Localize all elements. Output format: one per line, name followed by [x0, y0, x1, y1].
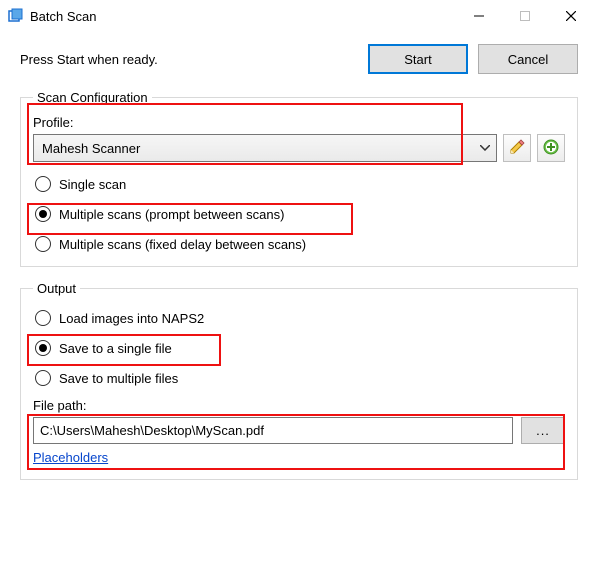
- add-icon: [543, 139, 559, 158]
- start-button[interactable]: Start: [368, 44, 468, 74]
- radio-load-naps2[interactable]: Load images into NAPS2: [35, 310, 565, 326]
- radio-label: Save to a single file: [59, 341, 172, 356]
- filepath-label: File path:: [33, 398, 565, 413]
- instruction-text: Press Start when ready.: [20, 52, 358, 67]
- radio-label: Multiple scans (prompt between scans): [59, 207, 284, 222]
- filepath-value: C:\Users\Mahesh\Desktop\MyScan.pdf: [40, 423, 264, 438]
- radio-label: Load images into NAPS2: [59, 311, 204, 326]
- radio-save-multiple[interactable]: Save to multiple files: [35, 370, 565, 386]
- placeholders-link[interactable]: Placeholders: [33, 450, 108, 465]
- profile-dropdown[interactable]: Mahesh Scanner: [33, 134, 497, 162]
- window-title: Batch Scan: [30, 9, 97, 24]
- radio-icon: [35, 176, 51, 192]
- scan-configuration-group: Scan Configuration Profile: Mahesh Scann…: [20, 90, 578, 267]
- browse-button[interactable]: ...: [521, 417, 565, 444]
- profile-label: Profile:: [33, 115, 565, 130]
- output-group: Output Load images into NAPS2 Save to a …: [20, 281, 578, 480]
- scan-configuration-legend: Scan Configuration: [33, 90, 152, 105]
- radio-label: Single scan: [59, 177, 126, 192]
- cancel-button[interactable]: Cancel: [478, 44, 578, 74]
- radio-multi-delay[interactable]: Multiple scans (fixed delay between scan…: [35, 236, 565, 252]
- radio-single-scan[interactable]: Single scan: [35, 176, 565, 192]
- output-legend: Output: [33, 281, 80, 296]
- radio-save-single[interactable]: Save to a single file: [35, 340, 565, 356]
- radio-icon: [35, 310, 51, 326]
- radio-icon: [35, 236, 51, 252]
- filepath-input[interactable]: C:\Users\Mahesh\Desktop\MyScan.pdf: [33, 417, 513, 444]
- radio-icon: [35, 206, 51, 222]
- maximize-button: [502, 0, 548, 32]
- radio-icon: [35, 340, 51, 356]
- radio-multi-prompt[interactable]: Multiple scans (prompt between scans): [35, 206, 565, 222]
- pencil-icon: [509, 139, 525, 158]
- titlebar: Batch Scan: [0, 0, 594, 32]
- close-button[interactable]: [548, 0, 594, 32]
- chevron-down-icon: [474, 135, 496, 161]
- minimize-button[interactable]: [456, 0, 502, 32]
- radio-label: Save to multiple files: [59, 371, 178, 386]
- add-profile-button[interactable]: [537, 134, 565, 162]
- radio-icon: [35, 370, 51, 386]
- profile-dropdown-value: Mahesh Scanner: [42, 141, 140, 156]
- edit-profile-button[interactable]: [503, 134, 531, 162]
- app-icon: [8, 8, 24, 24]
- radio-label: Multiple scans (fixed delay between scan…: [59, 237, 306, 252]
- header-row: Press Start when ready. Start Cancel: [20, 44, 578, 74]
